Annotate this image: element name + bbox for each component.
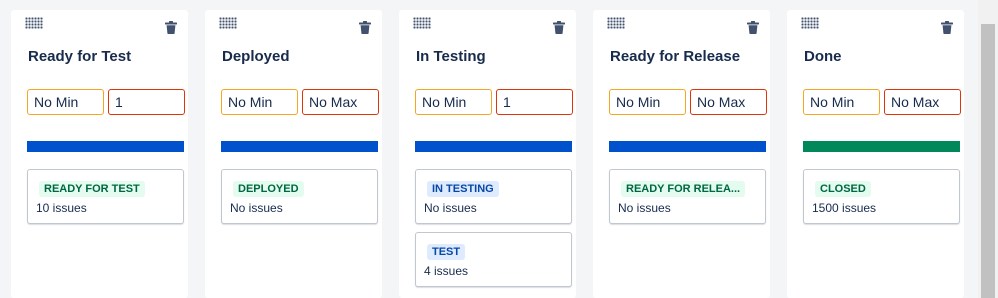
issue-count: No issues (230, 201, 283, 215)
status-lozenge: IN TESTING (427, 181, 499, 197)
issue-count: No issues (424, 201, 477, 215)
status-lozenge: READY FOR TEST (39, 181, 145, 197)
status-lozenge: DEPLOYED (233, 181, 304, 197)
delete-column-button[interactable] (551, 19, 567, 35)
trash-icon (165, 20, 177, 34)
drag-handle-icon[interactable] (413, 17, 431, 29)
issue-count: 10 issues (36, 201, 87, 215)
status-card[interactable]: READY FOR TEST 10 issues (27, 169, 184, 224)
status-lozenge: TEST (427, 244, 466, 260)
max-limit-input[interactable] (302, 89, 379, 115)
status-card[interactable]: TEST 4 issues (415, 232, 572, 287)
drag-handle-icon[interactable] (25, 17, 43, 29)
issue-count: No issues (618, 201, 671, 215)
column-in-testing: In Testing IN TESTING No issues TEST 4 i… (399, 10, 576, 298)
status-card[interactable]: IN TESTING No issues (415, 169, 572, 224)
column-done: Done CLOSED 1500 issues (787, 10, 964, 298)
delete-column-button[interactable] (163, 19, 179, 35)
min-limit-input[interactable] (803, 89, 880, 115)
status-card[interactable]: READY FOR RELEA... No issues (609, 169, 766, 224)
max-limit-input[interactable] (108, 89, 185, 115)
status-lozenge: CLOSED (815, 181, 871, 197)
trash-icon (941, 20, 953, 34)
column-ready-for-release: Ready for Release READY FOR RELEA... No … (593, 10, 770, 298)
column-status-bar (803, 141, 960, 152)
max-limit-input[interactable] (690, 89, 767, 115)
column-title: In Testing (416, 48, 486, 65)
status-lozenge: READY FOR RELEA... (621, 181, 746, 197)
min-limit-input[interactable] (221, 89, 298, 115)
drag-handle-icon[interactable] (801, 17, 819, 29)
column-ready-for-test: Ready for Test READY FOR TEST 10 issues (11, 10, 188, 298)
column-title: Ready for Release (610, 48, 741, 65)
drag-handle-icon[interactable] (219, 17, 237, 29)
trash-icon (359, 20, 371, 34)
column-board: Ready for Test READY FOR TEST 10 issues … (0, 0, 978, 298)
column-status-bar (415, 141, 572, 152)
trash-icon (553, 20, 565, 34)
column-status-bar (27, 141, 184, 152)
column-status-bar (221, 141, 378, 152)
column-deployed: Deployed DEPLOYED No issues (205, 10, 382, 298)
issue-count: 1500 issues (812, 201, 877, 215)
drag-handle-icon[interactable] (607, 17, 625, 29)
delete-column-button[interactable] (939, 19, 955, 35)
delete-column-button[interactable] (745, 19, 761, 35)
max-limit-input[interactable] (496, 89, 573, 115)
min-limit-input[interactable] (415, 89, 492, 115)
max-limit-input[interactable] (884, 89, 961, 115)
issue-count: 4 issues (424, 264, 469, 278)
column-status-bar (609, 141, 766, 152)
min-limit-input[interactable] (609, 89, 686, 115)
status-card[interactable]: CLOSED 1500 issues (803, 169, 960, 224)
scrollbar-thumb[interactable] (981, 24, 995, 298)
column-title: Ready for Test (28, 48, 132, 65)
delete-column-button[interactable] (357, 19, 373, 35)
vertical-scrollbar[interactable] (978, 0, 998, 298)
status-card[interactable]: DEPLOYED No issues (221, 169, 378, 224)
min-limit-input[interactable] (27, 89, 104, 115)
column-title: Deployed (222, 48, 290, 65)
column-title: Done (804, 48, 842, 65)
trash-icon (747, 20, 759, 34)
